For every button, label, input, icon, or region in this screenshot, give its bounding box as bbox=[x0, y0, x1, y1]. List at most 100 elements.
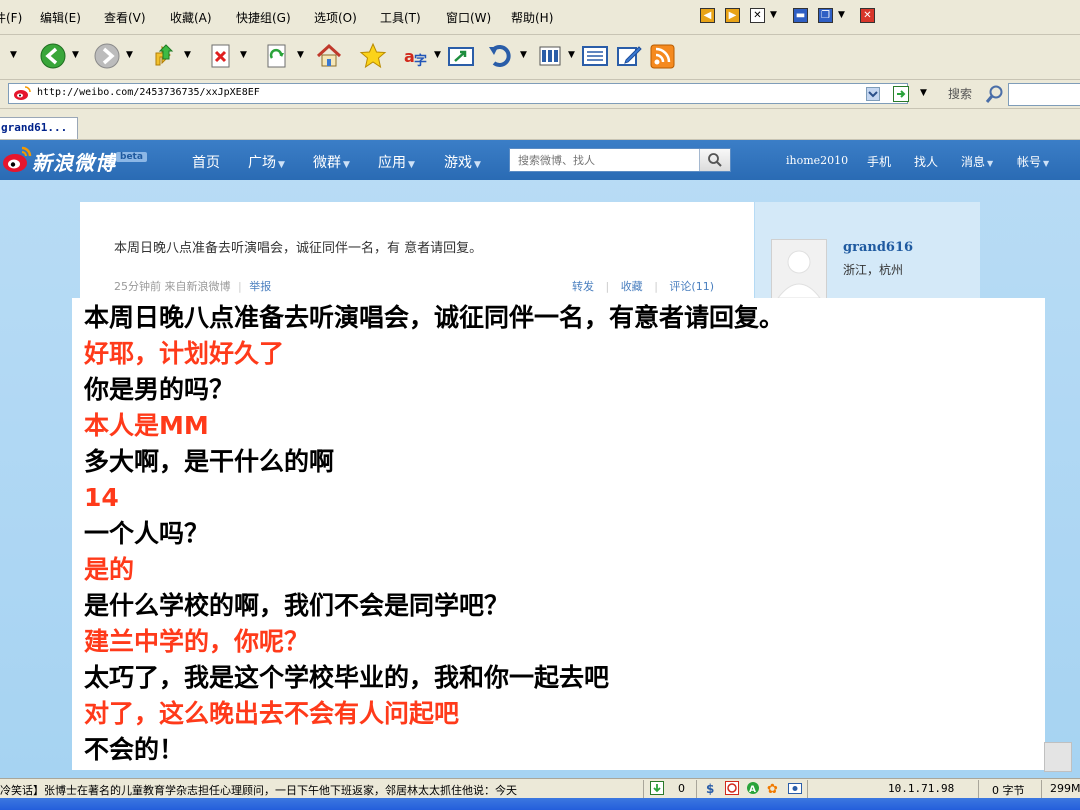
action-divider: | bbox=[605, 280, 610, 293]
next-window-icon[interactable]: ▶ bbox=[725, 8, 740, 23]
refresh-dropdown-icon[interactable]: ▼ bbox=[297, 50, 304, 60]
screenshot-icon[interactable] bbox=[788, 781, 802, 795]
tab-grand616[interactable]: grand61... bbox=[0, 117, 78, 139]
nav-apps[interactable]: 应用 ▼ bbox=[378, 152, 415, 172]
address-bar: http://weibo.com/2453736735/xxJpXE8EF ▼ … bbox=[0, 80, 1080, 109]
up-folder-icon[interactable] bbox=[150, 41, 180, 71]
dialog-line: 太巧了，我是这个学校毕业的，我和你一起去吧 bbox=[84, 663, 610, 692]
nav-home-label: 首页 bbox=[192, 155, 220, 171]
post-meta: 25分钟前 来自新浪微博 | 举报 bbox=[114, 278, 271, 294]
dialog-line: 本人是MM bbox=[84, 411, 209, 440]
menu-options[interactable]: 选项(O) bbox=[314, 9, 357, 26]
nav-messages[interactable]: 消息 ▼ bbox=[961, 153, 993, 170]
stop-icon[interactable] bbox=[206, 41, 236, 71]
dialog-line: 一个人吗？ bbox=[84, 519, 210, 548]
tab-bar: grand61... bbox=[0, 109, 1080, 140]
chevron-down-icon: ▼ bbox=[474, 160, 481, 170]
refresh-icon[interactable] bbox=[262, 41, 292, 71]
sidebar-icon[interactable] bbox=[580, 41, 610, 71]
svg-text:A: A bbox=[749, 785, 756, 795]
nav-games[interactable]: 游戏 ▼ bbox=[444, 152, 481, 172]
comment-link[interactable]: 评论(11) bbox=[669, 280, 714, 293]
repost-link[interactable]: 转发 bbox=[572, 280, 594, 293]
translate-dropdown-icon[interactable]: ▼ bbox=[434, 50, 441, 60]
go-icon[interactable] bbox=[893, 86, 909, 102]
status-divider bbox=[643, 780, 644, 798]
dialog-overlay: 本周日晚八点准备去听演唱会，诚征同伴一名，有意者请回复。 好耶，计划好久了 你是… bbox=[72, 298, 1045, 770]
nav-account[interactable]: 帐号 ▼ bbox=[1017, 153, 1049, 170]
menu-view[interactable]: 查看(V) bbox=[104, 9, 146, 26]
prev-window-icon[interactable]: ◀ bbox=[700, 8, 715, 23]
home-icon[interactable] bbox=[314, 41, 344, 71]
dialog-line: 多大啊，是干什么的啊 bbox=[84, 447, 335, 476]
post-time[interactable]: 25分钟前 bbox=[114, 280, 161, 293]
avatar[interactable] bbox=[771, 239, 827, 299]
scroll-to-top-button[interactable] bbox=[1044, 742, 1072, 772]
menu-help[interactable]: 帮助(H) bbox=[511, 9, 553, 26]
meta-divider: | bbox=[238, 280, 242, 293]
weibo-search-input[interactable] bbox=[510, 149, 716, 171]
menu-window[interactable]: 窗口(W) bbox=[446, 9, 491, 26]
url-field[interactable]: http://weibo.com/2453736735/xxJpXE8EF bbox=[8, 83, 908, 104]
undo-icon[interactable] bbox=[486, 41, 516, 71]
profile-name[interactable]: grand616 bbox=[843, 240, 913, 255]
weibo-logo-text[interactable]: 新浪微博 bbox=[32, 147, 116, 176]
minimize-icon[interactable]: ▬ bbox=[793, 8, 808, 23]
restore-icon[interactable]: ❐ ▼ bbox=[818, 8, 845, 23]
toolbar: ▼ ▼ ▼ ▼ ▼ ▼ a 字 ▼ ▼ ▼ bbox=[0, 35, 1080, 80]
menu-file[interactable]: 文件(F) bbox=[0, 9, 22, 26]
beta-badge: beta bbox=[116, 152, 147, 162]
search-icon bbox=[708, 153, 722, 167]
nav-square-label: 广场 bbox=[248, 155, 276, 171]
weibo-search-button[interactable] bbox=[699, 149, 730, 171]
edit-page-icon[interactable] bbox=[614, 41, 644, 71]
rss-icon[interactable] bbox=[648, 41, 678, 71]
forward-dropdown-icon[interactable]: ▼ bbox=[126, 50, 133, 60]
up-dropdown-icon[interactable]: ▼ bbox=[184, 50, 191, 60]
post-source[interactable]: 来自新浪微博 bbox=[165, 280, 231, 293]
weibo-logo-icon[interactable] bbox=[2, 146, 32, 174]
search-engine-label[interactable]: 搜索 bbox=[948, 85, 972, 102]
url-dropdown-icon[interactable] bbox=[866, 87, 880, 101]
download-icon[interactable] bbox=[650, 781, 664, 795]
close-tab-icon[interactable]: ✕ ▼ bbox=[750, 8, 777, 23]
url-text: http://weibo.com/2453736735/xxJpXE8EF bbox=[37, 87, 260, 98]
back-icon[interactable] bbox=[38, 41, 68, 71]
nav-square[interactable]: 广场 ▼ bbox=[248, 152, 285, 172]
menu-shortcut-groups[interactable]: 快捷组(G) bbox=[236, 9, 291, 26]
report-link[interactable]: 举报 bbox=[249, 280, 271, 293]
tools-icon[interactable] bbox=[536, 41, 566, 71]
nav-find-people[interactable]: 找人 bbox=[914, 153, 938, 170]
menu-tools[interactable]: 工具(T) bbox=[380, 9, 421, 26]
nav-mobile[interactable]: 手机 bbox=[867, 153, 891, 170]
money-icon[interactable]: $ bbox=[704, 781, 718, 795]
go-dropdown-icon[interactable]: ▼ bbox=[920, 88, 927, 98]
new-window-icon[interactable] bbox=[446, 41, 476, 71]
dialog-line: 好耶，计划好久了 bbox=[84, 339, 285, 368]
weibo-favicon-icon bbox=[14, 86, 31, 100]
browser-search-icon[interactable] bbox=[985, 84, 1005, 104]
back-dropdown-icon[interactable]: ▼ bbox=[72, 50, 79, 60]
flash-icon[interactable]: A bbox=[746, 781, 760, 795]
stop-dropdown-icon[interactable]: ▼ bbox=[240, 50, 247, 60]
profile-card: grand616 浙江，杭州 bbox=[755, 202, 980, 302]
translate-icon[interactable]: a 字 bbox=[402, 41, 432, 71]
forward-icon[interactable] bbox=[92, 41, 122, 71]
flower-icon[interactable]: ✿ bbox=[767, 781, 781, 795]
status-ticker[interactable]: 冷笑话】张博士在著名的儿童教育学杂志担任心理顾问，一日下午他下班返家，邻居林太太… bbox=[0, 782, 640, 798]
undo-dropdown-icon[interactable]: ▼ bbox=[520, 50, 527, 60]
nav-home[interactable]: 首页 bbox=[192, 152, 220, 172]
favorite-link[interactable]: 收藏 bbox=[621, 280, 643, 293]
menu-favorites[interactable]: 收藏(A) bbox=[170, 9, 212, 26]
browser-search-input[interactable] bbox=[1008, 83, 1080, 106]
popup-blocker-icon[interactable] bbox=[725, 781, 739, 795]
menu-edit[interactable]: 编辑(E) bbox=[40, 9, 81, 26]
nav-username[interactable]: ihome2010 bbox=[786, 154, 848, 167]
toolbar-dropdown-icon[interactable]: ▼ bbox=[10, 50, 17, 60]
chevron-down-icon: ▼ bbox=[278, 160, 285, 170]
tools-dropdown-icon[interactable]: ▼ bbox=[568, 50, 575, 60]
nav-groups[interactable]: 微群 ▼ bbox=[313, 152, 350, 172]
close-window-icon[interactable]: ✕ bbox=[860, 8, 875, 23]
action-divider: | bbox=[654, 280, 658, 293]
favorites-star-icon[interactable] bbox=[358, 41, 388, 71]
